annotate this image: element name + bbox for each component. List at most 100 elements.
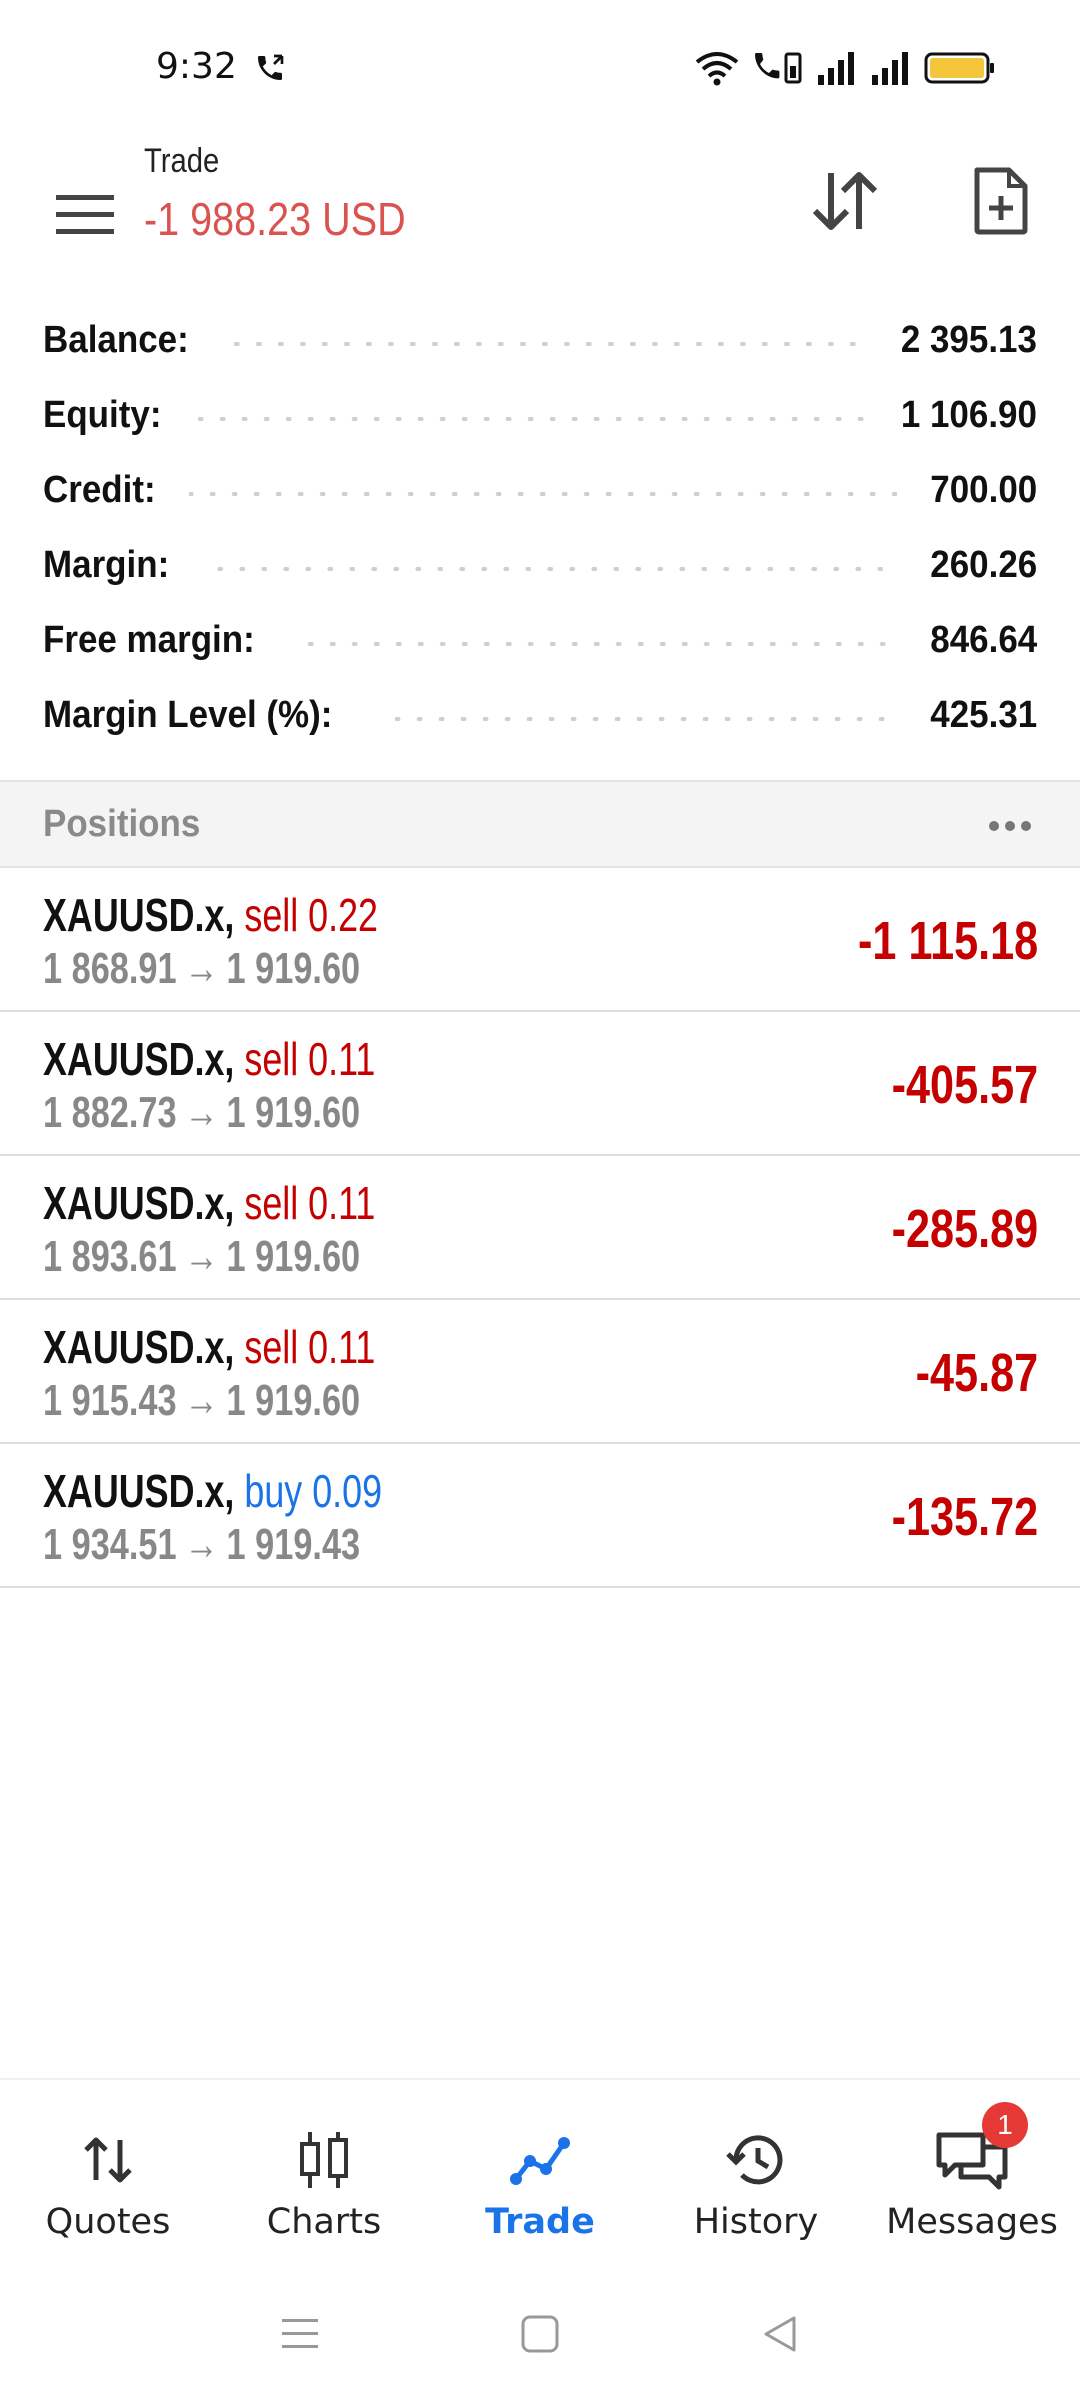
call-icon bbox=[258, 54, 284, 80]
back-icon[interactable] bbox=[760, 2314, 800, 2354]
account-summary: Balance: 2 395.13 Equity: 1 106.90 Credi… bbox=[0, 303, 1080, 753]
position-prices: 1 868.91 → 1 919.60 bbox=[43, 944, 360, 994]
position-side: sell 0.11 bbox=[244, 1177, 376, 1229]
page-title: Trade bbox=[144, 142, 220, 180]
new-order-button[interactable] bbox=[956, 156, 1046, 246]
menu-button[interactable] bbox=[40, 170, 130, 260]
home-icon[interactable] bbox=[520, 2314, 560, 2354]
arrow-right-icon: → bbox=[184, 1520, 219, 1569]
position-profit: -1 115.18 bbox=[857, 911, 1038, 971]
volte-call-icon bbox=[755, 52, 802, 84]
app-header: Trade -1 988.23 USD bbox=[0, 140, 1080, 300]
nav-item-trade[interactable]: Trade bbox=[432, 2080, 648, 2268]
arrow-right-icon: → bbox=[184, 1232, 219, 1281]
summary-value: 1 106.90 bbox=[900, 394, 1037, 436]
summary-row-equity: Equity: 1 106.90 bbox=[0, 378, 1080, 453]
nav-label: Messages bbox=[886, 2202, 1058, 2242]
summary-label: Margin Level (%): bbox=[43, 694, 333, 736]
position-prices: 1 893.61 → 1 919.60 bbox=[43, 1232, 360, 1282]
quotes-icon bbox=[80, 2130, 136, 2190]
position-title: XAUUSD.x, sell 0.11 bbox=[43, 1032, 375, 1086]
document-add-icon bbox=[974, 167, 1028, 235]
arrow-right-icon: → bbox=[184, 944, 219, 993]
nav-item-history[interactable]: History bbox=[648, 2080, 864, 2268]
summary-label: Equity: bbox=[43, 394, 162, 436]
history-icon bbox=[724, 2130, 788, 2190]
more-options-button[interactable] bbox=[980, 806, 1040, 846]
position-row[interactable]: XAUUSD.x, sell 0.11 1 893.61 → 1 919.60 -2… bbox=[0, 1156, 1080, 1300]
position-prices: 1 882.73 → 1 919.60 bbox=[43, 1088, 360, 1138]
dotted-leader bbox=[297, 641, 897, 646]
summary-row-margin: Margin: 260.26 bbox=[0, 528, 1080, 603]
summary-value: 846.64 bbox=[930, 619, 1037, 661]
system-nav-bar bbox=[0, 2268, 1080, 2400]
open-price: 1 915.43 bbox=[43, 1376, 177, 1425]
recents-icon[interactable] bbox=[280, 2316, 320, 2352]
summary-label: Free margin: bbox=[43, 619, 255, 661]
position-title: XAUUSD.x, buy 0.09 bbox=[43, 1464, 382, 1518]
position-profit: -285.89 bbox=[891, 1199, 1038, 1259]
nav-item-charts[interactable]: Charts bbox=[216, 2080, 432, 2268]
position-symbol: XAUUSD.x, bbox=[43, 1465, 235, 1517]
summary-label: Balance: bbox=[43, 319, 189, 361]
positions-header: Positions bbox=[0, 780, 1080, 868]
position-prices: 1 934.51 → 1 919.43 bbox=[43, 1520, 360, 1570]
current-price: 1 919.60 bbox=[226, 1088, 361, 1137]
nav-label: Trade bbox=[485, 2202, 595, 2242]
dotted-leader bbox=[225, 341, 866, 346]
position-row[interactable]: XAUUSD.x, sell 0.11 1 882.73 → 1 919.60 -4… bbox=[0, 1012, 1080, 1156]
open-price: 1 868.91 bbox=[43, 944, 177, 993]
position-prices: 1 915.43 → 1 919.60 bbox=[43, 1376, 360, 1426]
position-title: XAUUSD.x, sell 0.22 bbox=[43, 888, 378, 942]
dotted-leader bbox=[189, 491, 897, 496]
summary-label: Margin: bbox=[43, 544, 170, 586]
status-icons bbox=[694, 50, 996, 86]
arrow-right-icon: → bbox=[184, 1088, 219, 1137]
summary-value: 2 395.13 bbox=[900, 319, 1037, 361]
hamburger-icon bbox=[56, 195, 114, 234]
position-side: sell 0.11 bbox=[244, 1033, 376, 1085]
position-title: XAUUSD.x, sell 0.11 bbox=[43, 1320, 375, 1374]
battery-icon bbox=[924, 52, 994, 84]
positions-list: XAUUSD.x, sell 0.22 1 868.91 → 1 919.60 -1… bbox=[0, 868, 1080, 1588]
total-profit-loss: -1 988.23 USD bbox=[144, 193, 406, 245]
dotted-leader bbox=[195, 416, 866, 421]
current-price: 1 919.60 bbox=[226, 944, 361, 993]
position-title: XAUUSD.x, sell 0.11 bbox=[43, 1176, 375, 1230]
open-price: 1 934.51 bbox=[43, 1520, 177, 1569]
summary-row-credit: Credit: 700.00 bbox=[0, 453, 1080, 528]
position-row[interactable]: XAUUSD.x, buy 0.09 1 934.51 → 1 919.43 -13… bbox=[0, 1444, 1080, 1588]
messages-badge: 1 bbox=[982, 2102, 1028, 2148]
summary-row-free-margin: Free margin: 846.64 bbox=[0, 603, 1080, 678]
position-symbol: XAUUSD.x, bbox=[43, 1033, 235, 1085]
position-symbol: XAUUSD.x, bbox=[43, 1321, 235, 1373]
summary-value: 260.26 bbox=[930, 544, 1037, 586]
current-price: 1 919.60 bbox=[226, 1232, 361, 1281]
bottom-nav: Quotes Charts Trade History Messages 1 bbox=[0, 2078, 1080, 2268]
sort-button[interactable] bbox=[800, 156, 890, 246]
position-row[interactable]: XAUUSD.x, sell 0.22 1 868.91 → 1 919.60 -1… bbox=[0, 868, 1080, 1012]
position-profit: -135.72 bbox=[891, 1487, 1038, 1547]
summary-value: 700.00 bbox=[930, 469, 1037, 511]
nav-item-messages[interactable]: Messages 1 bbox=[864, 2080, 1080, 2268]
position-profit: -405.57 bbox=[891, 1055, 1038, 1115]
position-side: buy 0.09 bbox=[244, 1465, 383, 1517]
signal-1-icon bbox=[818, 52, 854, 85]
arrow-right-icon: → bbox=[184, 1376, 219, 1425]
nav-item-quotes[interactable]: Quotes bbox=[0, 2080, 216, 2268]
position-profit: -45.87 bbox=[915, 1343, 1039, 1403]
summary-value: 425.31 bbox=[930, 694, 1037, 736]
position-side: sell 0.22 bbox=[244, 889, 379, 941]
dotted-leader bbox=[381, 716, 897, 721]
summary-label: Credit: bbox=[43, 469, 156, 511]
open-price: 1 893.61 bbox=[43, 1232, 177, 1281]
dot-icon bbox=[989, 821, 999, 831]
signal-2-icon bbox=[872, 52, 908, 85]
dot-icon bbox=[1005, 821, 1015, 831]
dotted-leader bbox=[204, 566, 897, 571]
position-symbol: XAUUSD.x, bbox=[43, 889, 235, 941]
dot-icon bbox=[1021, 821, 1031, 831]
position-row[interactable]: XAUUSD.x, sell 0.11 1 915.43 → 1 919.60 -4… bbox=[0, 1300, 1080, 1444]
status-time: 9:32 bbox=[156, 46, 237, 87]
position-side: sell 0.11 bbox=[244, 1321, 376, 1373]
